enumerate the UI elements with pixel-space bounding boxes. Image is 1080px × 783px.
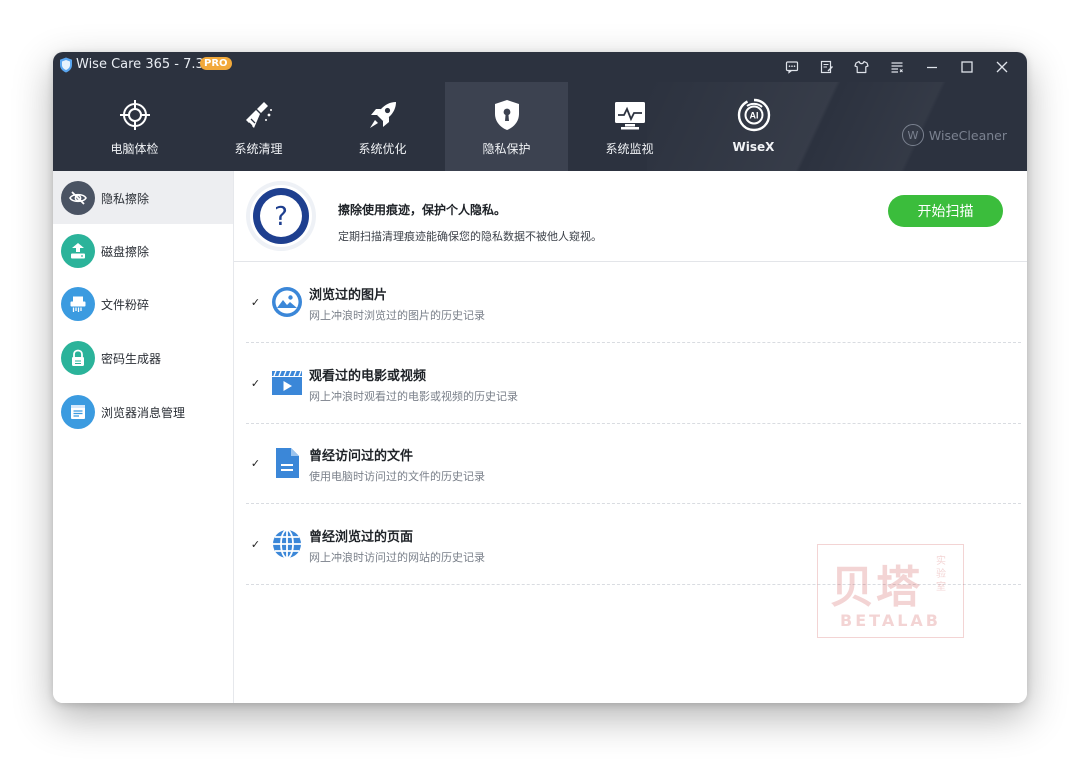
help-symbol: ? <box>274 202 288 232</box>
lock-icon <box>61 341 95 375</box>
svg-text:AI: AI <box>750 111 759 121</box>
tab-privacy-protect[interactable]: 隐私保护 <box>445 82 568 171</box>
tab-system-optimize[interactable]: 系统优化 <box>321 82 444 171</box>
shredder-icon <box>61 287 95 321</box>
shield-keyhole-icon <box>495 100 519 130</box>
globe-icon <box>273 529 301 559</box>
item-checkbox[interactable]: ✓ <box>250 538 261 551</box>
tab-label: 系统监视 <box>605 142 654 156</box>
window-controls <box>774 52 1019 82</box>
skin-shirt-icon[interactable] <box>844 52 879 82</box>
brand-label: WiseCleaner <box>928 127 1007 143</box>
edit-notes-icon[interactable] <box>809 52 844 82</box>
wisecleaner-brand[interactable]: W WiseCleaner <box>901 124 1007 146</box>
disk-erase-icon <box>61 234 95 268</box>
sidebar-item-privacy-erase[interactable]: 隐私擦除 <box>53 171 233 224</box>
app-logo-icon <box>60 57 72 73</box>
ai-icon: AI <box>737 98 771 132</box>
sidebar-item-label: 文件粉碎 <box>101 298 150 312</box>
tab-label: 系统清理 <box>234 142 283 156</box>
broom-icon <box>246 102 272 128</box>
watermark-main: 贝塔 <box>830 562 922 613</box>
document-icon <box>276 448 299 478</box>
list-item-viewed-images: ✓ 浏览过的图片 网上冲浪时浏览过的图片的历史记录 <box>246 262 1021 343</box>
app-title: Wise Care 365 - 7.3.1 <box>76 57 217 72</box>
eye-off-icon <box>61 181 95 215</box>
item-title: 浏览过的图片 <box>309 288 388 303</box>
list-item-watched-videos: ✓ 观看过的电影或视频 网上冲浪时观看过的电影或视频的历史记录 <box>246 343 1021 424</box>
tab-label: 隐私保护 <box>482 142 531 156</box>
minimize-icon[interactable] <box>914 52 949 82</box>
sidebar-item-password-generator[interactable]: 密码生成器 <box>53 331 233 384</box>
title-bar: Wise Care 365 - 7.3.1 PRO <box>53 52 1027 82</box>
tab-label: 系统优化 <box>358 142 407 156</box>
start-scan-button[interactable]: 开始扫描 <box>888 195 1003 227</box>
privacy-header: ? 擦除使用痕迹，保护个人隐私。 定期扫描清理痕迹能确保您的隐私数据不被他人窥视… <box>234 171 1027 262</box>
sidebar-item-label: 密码生成器 <box>101 352 162 366</box>
main-nav: 电脑体检 系统清理 系统优化 隐私保护 系统监视 AI WiseX W Wise… <box>53 82 1027 171</box>
app-window: Wise Care 365 - 7.3.1 PRO 电脑体检 系统清理 系统优化… <box>53 52 1027 703</box>
wisecleaner-logo-icon: W <box>901 124 924 146</box>
tab-label: WiseX <box>732 140 775 154</box>
sidebar-item-disk-erase[interactable]: 磁盘擦除 <box>53 224 233 277</box>
item-title: 曾经访问过的文件 <box>309 449 414 464</box>
crosshair-icon <box>120 100 150 130</box>
feedback-icon[interactable] <box>774 52 809 82</box>
list-item-accessed-files: ✓ 曾经访问过的文件 使用电脑时访问过的文件的历史记录 <box>246 423 1021 504</box>
watermark-side: 实验室 <box>936 556 946 593</box>
item-checkbox[interactable]: ✓ <box>250 377 261 390</box>
item-description: 网上冲浪时访问过的网站的历史记录 <box>309 551 485 564</box>
sidebar-item-file-shredder[interactable]: 文件粉碎 <box>53 277 233 330</box>
sidebar-item-label: 磁盘擦除 <box>101 245 150 259</box>
item-title: 曾经浏览过的页面 <box>309 530 414 545</box>
maximize-icon[interactable] <box>949 52 984 82</box>
video-icon <box>272 370 302 395</box>
sidebar-item-label: 浏览器消息管理 <box>101 406 186 420</box>
tab-wisex[interactable]: AI WiseX <box>692 82 815 171</box>
sidebar-item-browser-message[interactable]: 浏览器消息管理 <box>53 385 233 438</box>
item-checkbox[interactable]: ✓ <box>250 457 261 470</box>
header-subtitle: 定期扫描清理痕迹能确保您的隐私数据不被他人窥视。 <box>338 230 602 243</box>
image-icon <box>272 287 302 317</box>
item-description: 网上冲浪时观看过的电影或视频的历史记录 <box>309 390 518 403</box>
tab-system-monitor[interactable]: 系统监视 <box>568 82 691 171</box>
item-description: 使用电脑时访问过的文件的历史记录 <box>309 470 485 483</box>
tab-system-clean[interactable]: 系统清理 <box>197 82 320 171</box>
betalab-watermark: 贝塔 实验室 BETALAB <box>817 544 964 638</box>
help-question-icon: ? <box>246 181 316 251</box>
tab-label: 电脑体检 <box>110 142 159 156</box>
item-checkbox[interactable]: ✓ <box>250 296 261 309</box>
tab-pc-checkup[interactable]: 电脑体检 <box>73 82 196 171</box>
menu-icon[interactable] <box>879 52 914 82</box>
close-icon[interactable] <box>984 52 1019 82</box>
header-title: 擦除使用痕迹，保护个人隐私。 <box>338 203 507 217</box>
pro-badge: PRO <box>200 57 232 70</box>
browser-message-icon <box>61 395 95 429</box>
item-description: 网上冲浪时浏览过的图片的历史记录 <box>309 309 485 322</box>
sidebar-item-label: 隐私擦除 <box>101 192 150 206</box>
watermark-en: BETALAB <box>840 611 941 630</box>
rocket-icon <box>370 102 396 128</box>
sidebar: 隐私擦除 磁盘擦除 文件粉碎 密码生成器 浏览器消息管理 <box>53 171 234 703</box>
item-title: 观看过的电影或视频 <box>309 369 427 384</box>
monitor-icon <box>615 102 645 130</box>
